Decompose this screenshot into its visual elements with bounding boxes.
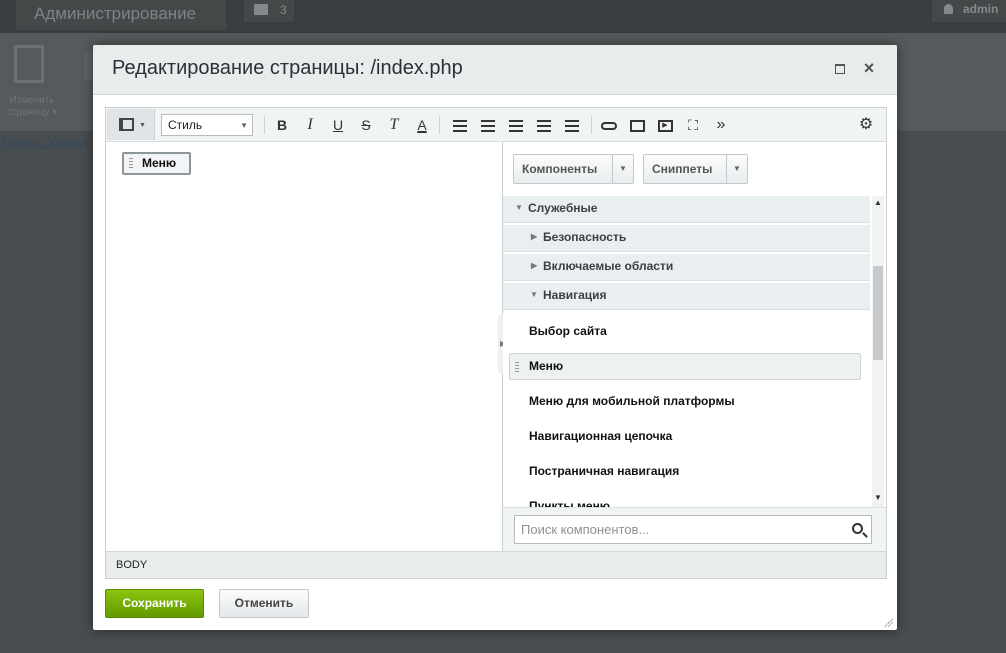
chevron-down-icon: ▼ [515, 203, 523, 212]
settings-button[interactable]: ⚙ [855, 114, 877, 136]
chevron-down-icon: ▼ [139, 122, 146, 129]
resize-handle[interactable] [883, 617, 893, 627]
tree-section-label: Навигация [543, 288, 607, 302]
element-path-bar[interactable]: BODY [106, 551, 886, 578]
tree-section-label: Служебные [528, 201, 598, 215]
list-item-label: Меню [529, 359, 564, 373]
gear-icon: ⚙ [858, 116, 874, 133]
bold-button[interactable]: B [271, 114, 293, 136]
outdent-icon [509, 120, 523, 133]
dialog-header[interactable]: Редактирование страницы: /index.php × [93, 45, 897, 95]
element-path-body[interactable]: BODY [116, 559, 147, 571]
ordered-list-icon [453, 120, 467, 133]
view-mode-icon [119, 118, 134, 131]
chevron-down-icon: ▼ [240, 121, 248, 130]
align-button[interactable] [561, 114, 583, 136]
drag-handle-icon [515, 362, 519, 372]
unordered-list-icon [481, 120, 495, 133]
dialog-title: Редактирование страницы: /index.php [112, 57, 463, 79]
components-tree: ▼ Служебные ▶ Безопасность ▶ Включаемые … [503, 196, 870, 507]
cancel-button[interactable]: Отменить [219, 589, 309, 618]
indent-button[interactable] [533, 114, 555, 136]
html-editor: ▼ Стиль ▼ B I U S T A ▶ ⛶ » ⚙ Меню Компо… [105, 107, 887, 579]
font-color-button[interactable]: A [411, 114, 433, 136]
list-item[interactable]: Пункты меню [509, 493, 861, 507]
list-item[interactable]: Меню для мобильной платформы [509, 388, 861, 415]
tree-scrollbar[interactable]: ▲ ▼ [872, 196, 884, 507]
toolbar-divider [264, 116, 265, 134]
strikethrough-button[interactable]: S [355, 114, 377, 136]
snippets-tab-button[interactable]: Сниппеты [643, 154, 729, 184]
save-button[interactable]: Сохранить [105, 589, 204, 618]
view-mode-button[interactable]: ▼ [107, 109, 155, 140]
menu-component-block[interactable]: Меню [122, 152, 191, 175]
tree-section-label: Включаемые области [543, 259, 674, 273]
scroll-thumb[interactable] [873, 266, 883, 360]
search-icon[interactable] [852, 523, 863, 534]
underline-button[interactable]: U [327, 114, 349, 136]
scroll-down-icon[interactable]: ▼ [874, 493, 882, 502]
style-select[interactable]: Стиль ▼ [161, 114, 253, 136]
list-item[interactable]: Навигационная цепочка [509, 423, 861, 450]
indent-icon [537, 120, 551, 133]
menu-component-label: Меню [142, 156, 177, 170]
component-search [503, 507, 886, 551]
edit-page-label-line2: страницу ▾ [6, 107, 58, 118]
style-select-value: Стиль [168, 118, 203, 132]
components-tab-button[interactable]: Компоненты [513, 154, 613, 184]
close-icon[interactable]: × [861, 59, 877, 77]
scroll-up-icon[interactable]: ▲ [874, 198, 882, 207]
image-icon [629, 120, 645, 133]
message-icon [254, 4, 268, 15]
link-button[interactable] [598, 114, 620, 136]
tree-section-label: Безопасность [543, 230, 627, 244]
snippets-dropdown[interactable]: ▼ [726, 154, 748, 184]
editor-content[interactable]: Меню [106, 142, 502, 551]
notifications-count: 3 [280, 3, 287, 17]
components-dropdown[interactable]: ▼ [612, 154, 634, 184]
list-item[interactable]: Выбор сайта [509, 318, 861, 345]
edit-page-dialog: Редактирование страницы: /index.php × ▼ … [93, 45, 897, 630]
italic-button[interactable]: I [299, 114, 321, 136]
list-item[interactable]: Меню [509, 353, 861, 380]
search-input[interactable] [514, 515, 872, 544]
chevron-right-icon: ▶ [531, 232, 538, 241]
video-icon: ▶ [657, 120, 673, 133]
list-item[interactable]: Постраничная навигация [509, 458, 861, 485]
user-name: admin [963, 2, 999, 16]
chevron-down-icon: ▼ [619, 164, 627, 173]
clear-format-button[interactable]: T [383, 114, 405, 136]
more-button[interactable]: » [710, 114, 732, 136]
image-button[interactable] [626, 114, 648, 136]
fullscreen-icon: ⛶ [688, 117, 698, 133]
link-icon [601, 122, 617, 131]
outdent-button[interactable] [505, 114, 527, 136]
drag-handle-icon [129, 158, 133, 169]
editor-toolbar: ▼ Стиль ▼ B I U S T A ▶ ⛶ » ⚙ [106, 108, 886, 142]
chevron-down-icon: ▼ [733, 164, 741, 173]
edit-page-label: Изменить страницу ▾ [2, 95, 62, 119]
maximize-icon[interactable] [835, 64, 845, 74]
align-icon [565, 120, 579, 133]
chevron-right-icon: ▶ [531, 261, 538, 270]
components-panel: Компоненты ▼ Сниппеты ▼ ▼ Служебные ▶ Бе… [503, 142, 886, 551]
user-icon [944, 4, 953, 14]
toolbar-divider [439, 116, 440, 134]
toolbar-divider [591, 116, 592, 134]
tree-section-security[interactable]: ▶ Безопасность [503, 225, 870, 252]
edit-page-label-line1: Изменить [9, 95, 55, 106]
tree-section-include-areas[interactable]: ▶ Включаемые области [503, 254, 870, 281]
tree-section-service[interactable]: ▼ Служебные [503, 196, 870, 223]
edit-page-icon [14, 45, 44, 83]
control-panel-link: Панель Управл [3, 135, 88, 149]
ordered-list-button[interactable] [449, 114, 471, 136]
chevron-down-icon: ▼ [530, 290, 538, 299]
tree-section-navigation[interactable]: ▼ Навигация [503, 283, 870, 310]
admin-title: Администрирование [16, 0, 226, 30]
user-menu: admin [932, 0, 1006, 22]
notifications-badge: 3 [244, 0, 294, 22]
unordered-list-button[interactable] [477, 114, 499, 136]
fullscreen-button[interactable]: ⛶ [682, 114, 704, 136]
video-button[interactable]: ▶ [654, 114, 676, 136]
